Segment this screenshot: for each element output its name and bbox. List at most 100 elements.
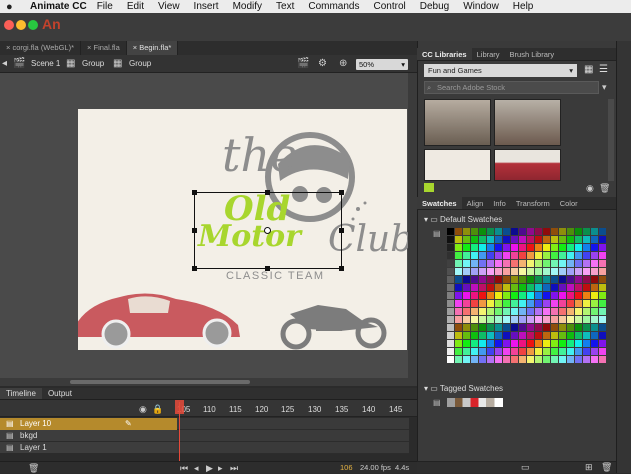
swatch-cell[interactable]: [479, 260, 486, 267]
swatch-cell[interactable]: [559, 276, 566, 283]
minimize-window-button[interactable]: [16, 20, 26, 30]
swatch-cell[interactable]: [455, 348, 462, 355]
swatch-cell[interactable]: [455, 244, 462, 251]
swatch-cell[interactable]: [583, 340, 590, 347]
swatch-cell[interactable]: [543, 308, 550, 315]
swatch-cell[interactable]: [551, 292, 558, 299]
swatch-cell[interactable]: [519, 276, 526, 283]
breadcrumb-group-2[interactable]: Group: [129, 59, 151, 68]
swatch-cell[interactable]: [559, 316, 566, 323]
frames-row-layer-1[interactable]: [177, 442, 409, 454]
swatch-cell[interactable]: [503, 324, 510, 331]
swatch-cell[interactable]: [479, 356, 486, 363]
swatch-cell[interactable]: [567, 228, 574, 235]
swatch-cell[interactable]: [551, 324, 558, 331]
swatch-cell[interactable]: [511, 340, 518, 347]
step-back-icon[interactable]: ◂: [194, 463, 199, 474]
tab-swatches[interactable]: Swatches: [417, 197, 462, 209]
swatch-cell[interactable]: [471, 340, 478, 347]
swatch-cell[interactable]: [503, 348, 510, 355]
apple-icon[interactable]: ●: [6, 1, 22, 13]
swatch-cell[interactable]: [599, 252, 606, 259]
swatch-cell[interactable]: [527, 316, 534, 323]
swatch-cell[interactable]: [487, 348, 494, 355]
swatch-cell[interactable]: [471, 348, 478, 355]
swatch-cell[interactable]: [503, 308, 510, 315]
swatch-cell[interactable]: [527, 244, 534, 251]
swatch-cell[interactable]: [455, 276, 462, 283]
library-thumbnail-motorcycle-1[interactable]: [424, 99, 491, 146]
trash-icon[interactable]: 🗑: [601, 462, 612, 473]
menu-text[interactable]: Text: [276, 1, 294, 12]
grid-view-icon[interactable]: ▦: [584, 64, 593, 75]
swatch-cell[interactable]: [487, 324, 494, 331]
app-menu[interactable]: Animate CC: [30, 1, 87, 12]
swatch-cell[interactable]: [527, 260, 534, 267]
swatch-cell[interactable]: [543, 228, 550, 235]
swatch-cell[interactable]: [447, 236, 454, 243]
resize-handle[interactable]: [339, 266, 344, 271]
swatch-cell[interactable]: [519, 236, 526, 243]
swatch-cell[interactable]: [535, 252, 542, 259]
swatch-cell[interactable]: [495, 316, 502, 323]
swatch-cell[interactable]: [591, 268, 598, 275]
swatch-cell[interactable]: [559, 252, 566, 259]
swatch-cell[interactable]: [599, 292, 606, 299]
swatch-cell[interactable]: [535, 332, 542, 339]
swatch-cell[interactable]: [567, 324, 574, 331]
swatch-cell[interactable]: [591, 324, 598, 331]
swatch-cell[interactable]: [495, 332, 502, 339]
swatch-cell[interactable]: [535, 356, 542, 363]
swatch-cell[interactable]: [583, 316, 590, 323]
swatch-cell[interactable]: [455, 260, 462, 267]
swatch-cell[interactable]: [543, 260, 550, 267]
swatch-cell[interactable]: [575, 260, 582, 267]
swatch-cell[interactable]: [503, 268, 510, 275]
layer-row-bkgd[interactable]: bkgd: [0, 430, 177, 442]
swatch-cell[interactable]: [535, 316, 542, 323]
swatch-cell[interactable]: [527, 284, 534, 291]
swatch-cell[interactable]: [567, 252, 574, 259]
swatch-cell[interactable]: [583, 332, 590, 339]
center-stage-icon[interactable]: ⊕: [339, 58, 347, 69]
swatch-cell[interactable]: [519, 252, 526, 259]
swatch-cell[interactable]: [527, 356, 534, 363]
swatch-cell[interactable]: [559, 348, 566, 355]
swatch-cell[interactable]: [599, 348, 606, 355]
swatch-cell[interactable]: [559, 268, 566, 275]
swatch-cell[interactable]: [575, 324, 582, 331]
swatch-cell[interactable]: [455, 316, 462, 323]
swatch-cell[interactable]: [495, 292, 502, 299]
swatch-cell[interactable]: [495, 356, 502, 363]
swatch-cell[interactable]: [543, 324, 550, 331]
swatch-cell[interactable]: [495, 260, 502, 267]
swatch-cell[interactable]: [527, 276, 534, 283]
menu-view[interactable]: View: [158, 1, 180, 12]
swatch-cell[interactable]: [519, 332, 526, 339]
swatch-cell[interactable]: [479, 236, 486, 243]
swatch-cell[interactable]: [479, 284, 486, 291]
library-thumbnail-car[interactable]: [494, 149, 561, 181]
swatch-cell[interactable]: [511, 356, 518, 363]
swatch-cell[interactable]: [495, 276, 502, 283]
swatch-cell[interactable]: [559, 356, 566, 363]
swatch-cell[interactable]: [575, 300, 582, 307]
swatch-cell[interactable]: [495, 228, 502, 235]
swatch-cell[interactable]: [487, 236, 494, 243]
swatch-cell[interactable]: [599, 276, 606, 283]
swatch-cell[interactable]: [471, 308, 478, 315]
tab-brush-library[interactable]: Brush Library: [505, 48, 560, 60]
swatch-cell[interactable]: [583, 292, 590, 299]
swatch-cell[interactable]: [567, 308, 574, 315]
swatch-cell[interactable]: [527, 300, 534, 307]
swatch-cell[interactable]: [479, 252, 486, 259]
swatch-cell[interactable]: [519, 284, 526, 291]
swatch-cell[interactable]: [591, 260, 598, 267]
swatch-cell[interactable]: [583, 348, 590, 355]
swatch-cell[interactable]: [511, 268, 518, 275]
tab-cc-libraries[interactable]: CC Libraries: [417, 48, 472, 60]
swatch-cell[interactable]: [535, 244, 542, 251]
swatch-cell[interactable]: [487, 300, 494, 307]
swatch-cell[interactable]: [463, 308, 470, 315]
swatch-cell[interactable]: [495, 284, 502, 291]
